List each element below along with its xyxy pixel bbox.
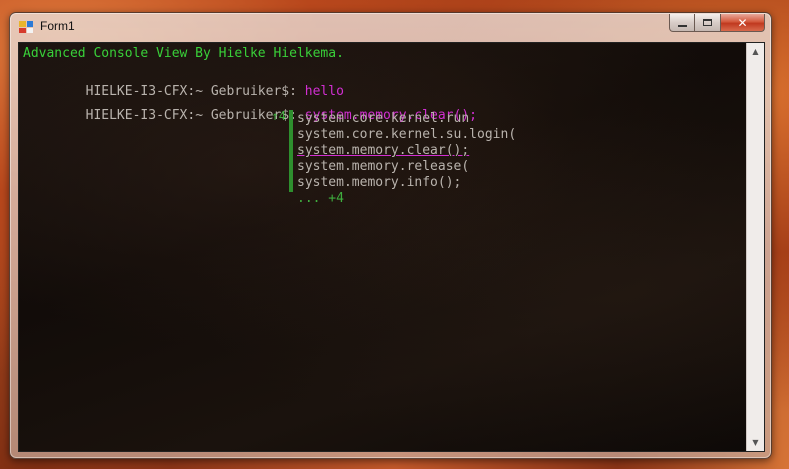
- maximize-icon: [703, 19, 712, 26]
- autocomplete-item-selected[interactable]: system.memory.clear();: [297, 143, 516, 159]
- console-output[interactable]: Advanced Console View By Hielke Hielkema…: [23, 43, 744, 451]
- autocomplete-more-count: ... +4: [297, 191, 344, 206]
- autocomplete-above-count: ↑4: [271, 109, 286, 123]
- title-bar[interactable]: Form1 ✕: [10, 13, 771, 41]
- autocomplete-accent-bar: [289, 110, 293, 192]
- autocomplete-item[interactable]: system.core.kernel.su.login(: [297, 127, 516, 143]
- caption-buttons: ✕: [669, 14, 765, 32]
- console-header: Advanced Console View By Hielke Hielkema…: [23, 46, 344, 61]
- autocomplete-list[interactable]: system.core.kernel.run system.core.kerne…: [297, 111, 516, 207]
- minimize-icon: [677, 24, 687, 27]
- autocomplete-item[interactable]: system.core.kernel.run: [297, 111, 516, 127]
- app-icon[interactable]: [19, 21, 33, 33]
- vertical-scrollbar[interactable]: ▲ ▼: [746, 43, 764, 451]
- close-icon: ✕: [737, 15, 748, 30]
- scroll-down-icon[interactable]: ▼: [747, 434, 764, 451]
- scroll-up-icon[interactable]: ▲: [747, 43, 764, 60]
- minimize-button[interactable]: [669, 14, 695, 32]
- console-area[interactable]: Advanced Console View By Hielke Hielkema…: [18, 42, 765, 452]
- maximize-button[interactable]: [695, 14, 721, 32]
- close-button[interactable]: ✕: [721, 14, 765, 32]
- main-window: Form1 ✕ Advanced Console View By Hielke …: [9, 12, 772, 459]
- autocomplete-item[interactable]: system.memory.info();: [297, 175, 516, 191]
- window-title: Form1: [40, 19, 75, 33]
- autocomplete-item[interactable]: system.memory.release(: [297, 159, 516, 175]
